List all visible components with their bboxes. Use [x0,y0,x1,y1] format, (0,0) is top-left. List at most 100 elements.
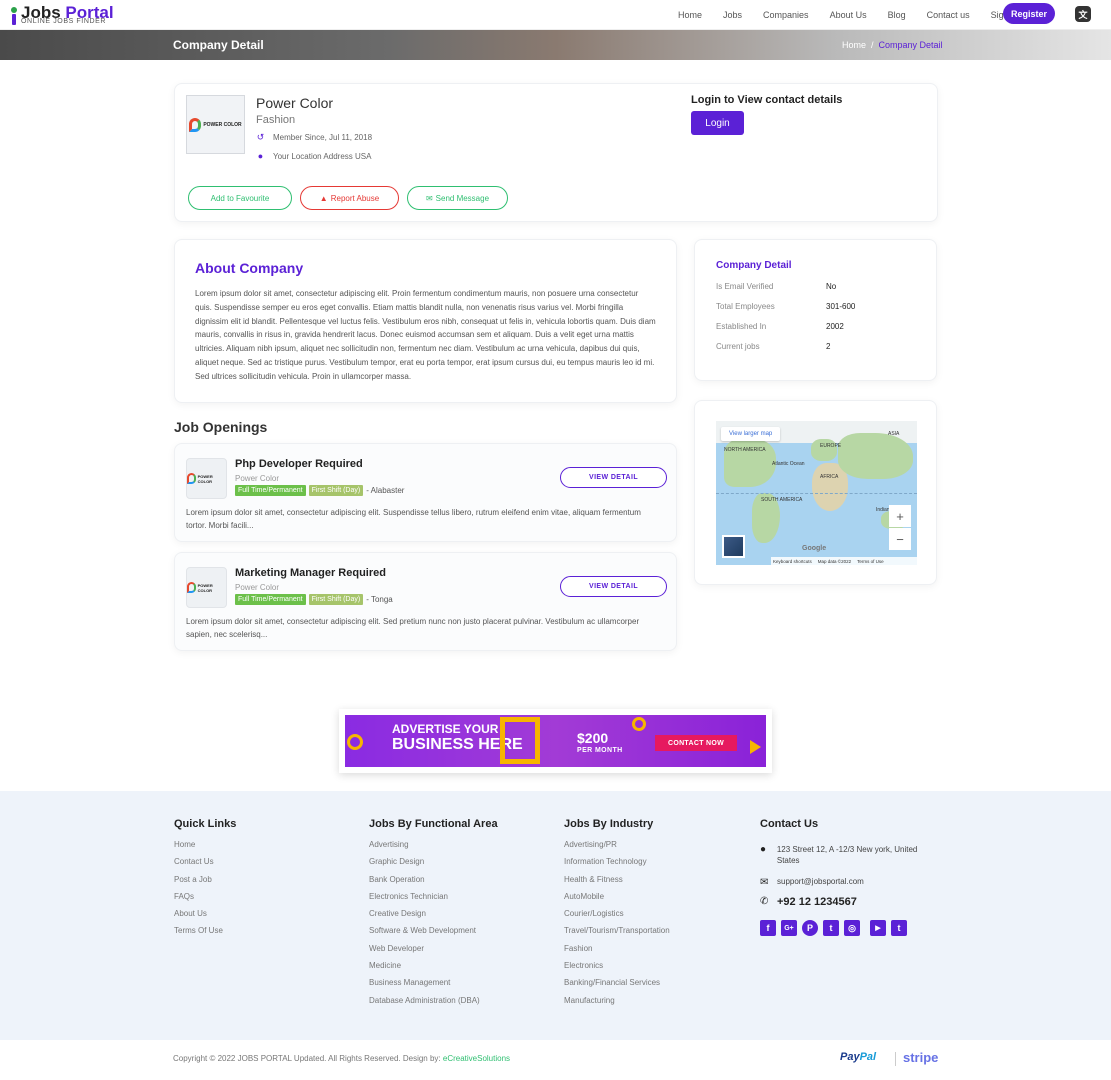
job-card: POWER COLOR Marketing Manager Required P… [174,552,677,651]
send-message-button[interactable]: ✉ Send Message [407,186,508,210]
facebook-icon[interactable]: f [760,920,776,936]
map-card: NORTH AMERICA EUROPE ASIA AFRICA SOUTH A… [694,400,937,585]
footer-link[interactable]: Business Management [369,978,498,995]
footer-link[interactable]: Travel/Tourism/Transportation [564,926,670,943]
zoom-out-button[interactable]: − [889,528,911,550]
pinterest-icon[interactable]: P [802,920,818,936]
footer-link[interactable]: Medicine [369,961,498,978]
footer-link[interactable]: Database Administration (DBA) [369,996,498,1013]
footer-link[interactable]: About Us [174,909,236,926]
job-type-tag: Full Time/Permanent [235,594,306,605]
youtube-icon[interactable]: ▶ [870,920,886,936]
google-plus-icon[interactable]: G+ [781,920,797,936]
contact-address: ● 123 Street 12, A -12/3 New york, United… [760,844,918,865]
map-data-text: Map data ©2022 [817,558,852,564]
tumblr-icon[interactable]: t [891,920,907,936]
nav-companies[interactable]: Companies [763,10,809,20]
job-company: Power Color [235,583,280,592]
power-color-logo-icon [187,473,196,484]
payment-separator [895,1052,896,1066]
detail-row: Is Email Verified No [716,282,837,291]
social-links: f G+ P t ◎ ▶ t [760,920,912,936]
footer-industry: Jobs By Industry Advertising/PR Informat… [564,818,670,1013]
job-tags: Full Time/Permanent First Shift (Day) - … [235,485,404,496]
footer-link[interactable]: FAQs [174,892,236,909]
report-abuse-button[interactable]: ▲ Report Abuse [300,186,399,210]
main-nav: Home Jobs Companies About Us Blog Contac… [678,0,1039,30]
ad-frame-decoration [500,717,540,764]
nav-blog[interactable]: Blog [888,10,906,20]
breadcrumb-home[interactable]: Home [842,40,866,50]
footer-link[interactable]: Health & Fitness [564,875,670,892]
ad-line-1: ADVERTISE YOUR [392,722,499,736]
footer-heading: Quick Links [174,818,237,830]
translate-icon[interactable]: 文 [1075,6,1091,22]
company-logo: POWER COLOR [186,95,245,154]
footer-link[interactable]: Graphic Design [369,857,498,874]
company-location: ● Your Location Address USA [257,151,372,161]
footer-heading: Jobs By Industry [564,818,654,830]
view-larger-map-link[interactable]: View larger map [721,427,781,441]
twitter-icon[interactable]: t [823,920,839,936]
job-title[interactable]: Marketing Manager Required [235,567,386,579]
zoom-in-button[interactable]: + [889,505,911,527]
detail-row: Established In 2002 [716,322,844,331]
map-label: Atlantic Ocean [772,461,805,467]
job-shift-tag: First Shift (Day) [308,594,364,605]
nav-about[interactable]: About Us [830,10,867,20]
footer-link[interactable]: AutoMobile [564,892,670,909]
nav-home[interactable]: Home [678,10,702,20]
ad-graphic: ADVERTISE YOUR BUSINESS HERE $200 PER MO… [345,715,766,767]
job-company-logo: POWER COLOR [186,567,227,608]
footer-link[interactable]: Contact Us [174,857,236,874]
footer-link[interactable]: Manufacturing [564,996,670,1013]
footer-link[interactable]: Electronics Technician [369,892,498,909]
footer-link[interactable]: Creative Design [369,909,498,926]
add-to-favourite-button[interactable]: Add to Favourite [188,186,292,210]
nav-jobs[interactable]: Jobs [723,10,742,20]
terms-of-use-link[interactable]: Terms of Use [857,559,884,564]
footer: Quick Links Home Contact Us Post a Job F… [0,791,1111,1040]
footer-link[interactable]: Courier/Logistics [564,909,670,926]
contact-now-button[interactable]: CONTACT NOW [655,735,737,751]
designer-link[interactable]: eCreativeSolutions [443,1054,510,1063]
instagram-icon[interactable]: ◎ [844,920,860,936]
footer-link[interactable]: Fashion [564,944,670,961]
location-pin-icon: ● [257,151,264,161]
footer-link[interactable]: Electronics [564,961,670,978]
advertise-banner[interactable]: ADVERTISE YOUR BUSINESS HERE $200 PER MO… [339,709,772,773]
footer-link[interactable]: Advertising [369,840,498,857]
footer-link[interactable]: Banking/Financial Services [564,978,670,995]
contact-phone[interactable]: ✆ +92 12 1234567 [760,896,857,908]
footer-heading: Contact Us [760,818,819,830]
footer-link[interactable]: Web Developer [369,944,498,961]
equator-line [716,493,917,494]
map-attribution: Keyboard shortcuts Map data ©2022 Terms … [771,557,917,565]
breadcrumb: Home / Company Detail [842,40,943,50]
view-detail-button[interactable]: VIEW DETAIL [560,467,667,488]
warning-icon: ▲ [319,193,328,203]
contact-email[interactable]: ✉ support@jobsportal.com [760,877,864,888]
job-title[interactable]: Php Developer Required [235,458,363,470]
nav-contact[interactable]: Contact us [927,10,970,20]
view-detail-button[interactable]: VIEW DETAIL [560,576,667,597]
detail-heading: Company Detail [716,260,792,271]
register-button[interactable]: Register [1003,3,1055,24]
footer-link[interactable]: Home [174,840,236,857]
login-button[interactable]: Login [691,111,744,135]
company-header-card: POWER COLOR Power Color Fashion ↺ Member … [174,83,938,222]
footer-link[interactable]: Post a Job [174,875,236,892]
google-map[interactable]: NORTH AMERICA EUROPE ASIA AFRICA SOUTH A… [716,421,917,565]
footer-functional-area: Jobs By Functional Area Advertising Grap… [369,818,498,1013]
envelope-icon: ✉ [760,877,769,888]
keyboard-shortcuts-link[interactable]: Keyboard shortcuts [773,559,812,564]
job-company: Power Color [235,474,280,483]
footer-link[interactable]: Software & Web Development [369,926,498,943]
power-color-logo-icon [189,117,202,132]
footer-link[interactable]: Bank Operation [369,875,498,892]
satellite-toggle[interactable] [722,535,745,558]
footer-link[interactable]: Advertising/PR [564,840,670,857]
footer-link[interactable]: Terms Of Use [174,926,236,943]
footer-link[interactable]: Information Technology [564,857,670,874]
job-description: Lorem ipsum dolor sit amet, consectetur … [186,508,641,530]
